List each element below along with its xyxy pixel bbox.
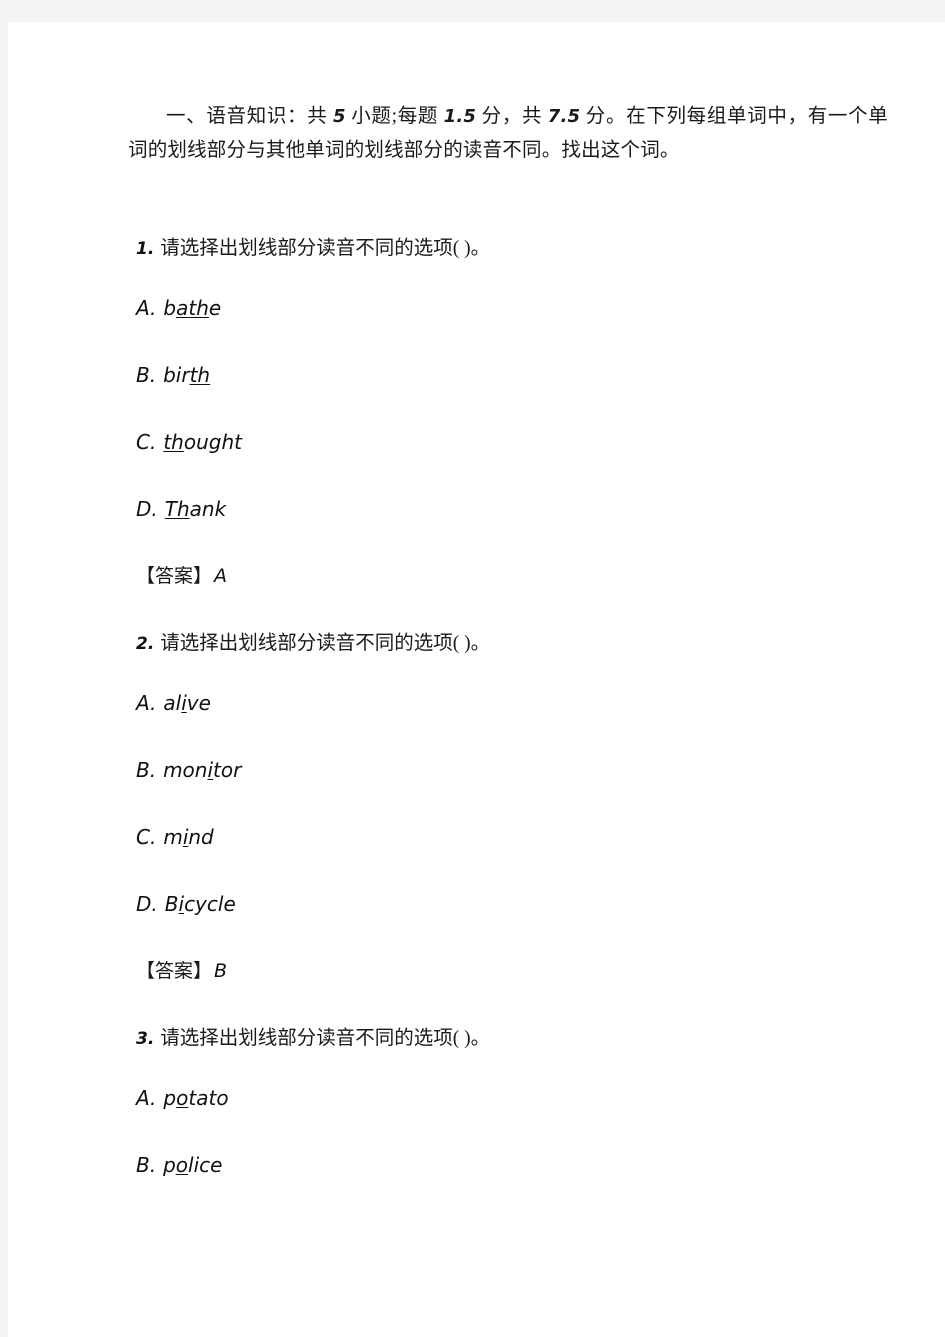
option-text-post: cycle (184, 892, 236, 916)
answer-line-1: 【答案】 A (136, 562, 888, 591)
answer-line-2: 【答案】 B (136, 957, 888, 986)
page-sheet: 一、语音知识：共 5 小题;每题 1.5 分，共 7.5 分。在下列每组单词中，… (8, 22, 945, 1337)
option-1-d[interactable]: D. Thank (136, 495, 888, 523)
question-block-3: 3. 请选择出划线部分读音不同的选项( )。 A. potato B. police (128, 1024, 888, 1179)
answer-value-1: A (214, 565, 228, 587)
option-text-post: tor (213, 758, 242, 782)
option-1-a[interactable]: A. bathe (136, 294, 888, 322)
question-stem-2: 2. 请选择出划线部分读音不同的选项( )。 (136, 629, 888, 659)
option-3-b[interactable]: B. police (136, 1151, 888, 1179)
option-text-pre: b (163, 296, 177, 320)
option-text-post: ve (186, 691, 211, 715)
option-underlined-part: th (163, 430, 184, 454)
option-letter: D. (136, 892, 158, 916)
option-letter: C. (136, 825, 157, 849)
option-2-a[interactable]: A. alive (136, 689, 888, 717)
option-underlined-part: o (175, 1153, 189, 1177)
option-text-pre: p (163, 1153, 176, 1177)
section-total-points: 7.5 (547, 106, 581, 127)
section-points-per-item: 1.5 (443, 106, 477, 127)
option-letter: A. (136, 1086, 157, 1110)
question-stem-3: 3. 请选择出划线部分读音不同的选项( )。 (136, 1024, 888, 1054)
option-2-c[interactable]: C. mind (136, 823, 888, 851)
option-text-pre: m (163, 825, 183, 849)
option-3-a[interactable]: A. potato (136, 1084, 888, 1112)
option-letter: D. (136, 497, 158, 521)
question-stem-1: 1. 请选择出划线部分读音不同的选项( )。 (136, 234, 888, 264)
question-block-2: 2. 请选择出划线部分读音不同的选项( )。 A. alive B. monitor … (128, 629, 888, 986)
option-text-post: lice (188, 1153, 223, 1177)
section-heading-mid2: 分，共 (476, 106, 548, 127)
option-letter: A. (136, 296, 157, 320)
option-1-b[interactable]: B. birth (136, 361, 888, 389)
question-number-1: 1. (136, 239, 155, 259)
option-text-post: nd (188, 825, 214, 849)
option-underlined-part: th (189, 363, 211, 387)
option-2-d[interactable]: D. Bicycle (136, 890, 888, 918)
option-letter: C. (136, 430, 157, 454)
option-text-post: ought (183, 430, 242, 454)
question-text-2: 请选择出划线部分读音不同的选项( )。 (160, 633, 491, 654)
option-underlined-part: ath (176, 296, 209, 320)
section-item-count: 5 (332, 106, 346, 127)
option-text-pre: p (163, 1086, 177, 1110)
section-heading-prefix: 一、语音知识：共 (166, 106, 333, 127)
question-text-3: 请选择出划线部分读音不同的选项( )。 (160, 1028, 491, 1049)
option-underlined-part: Th (164, 497, 190, 521)
section-heading-mid1: 小题;每题 (345, 106, 444, 127)
answer-label: 【答案】 (136, 961, 213, 982)
option-underlined-part: o (176, 1086, 189, 1110)
question-block-1: 1. 请选择出划线部分读音不同的选项( )。 A. bathe B. birth C.… (128, 234, 888, 591)
question-number-2: 2. (136, 634, 155, 654)
option-text-pre: bir (163, 363, 190, 387)
option-1-c[interactable]: C. thought (136, 428, 888, 456)
option-text-pre: al (163, 691, 182, 715)
option-letter: B. (136, 758, 157, 782)
answer-label: 【答案】 (136, 566, 213, 587)
document-body: 一、语音知识：共 5 小题;每题 1.5 分，共 7.5 分。在下列每组单词中，… (128, 100, 888, 1179)
question-text-1: 请选择出划线部分读音不同的选项( )。 (160, 238, 491, 259)
option-text-post: ank (189, 497, 227, 521)
option-letter: B. (136, 363, 157, 387)
section-heading: 一、语音知识：共 5 小题;每题 1.5 分，共 7.5 分。在下列每组单词中，… (128, 100, 888, 168)
option-text-pre: B (164, 892, 179, 916)
question-number-3: 3. (136, 1029, 155, 1049)
option-letter: B. (136, 1153, 157, 1177)
option-text-pre: mon (163, 758, 208, 782)
option-letter: A. (136, 691, 157, 715)
option-text-post: tato (188, 1086, 229, 1110)
option-text-post: e (208, 296, 222, 320)
option-2-b[interactable]: B. monitor (136, 756, 888, 784)
answer-value-2: B (214, 960, 228, 982)
